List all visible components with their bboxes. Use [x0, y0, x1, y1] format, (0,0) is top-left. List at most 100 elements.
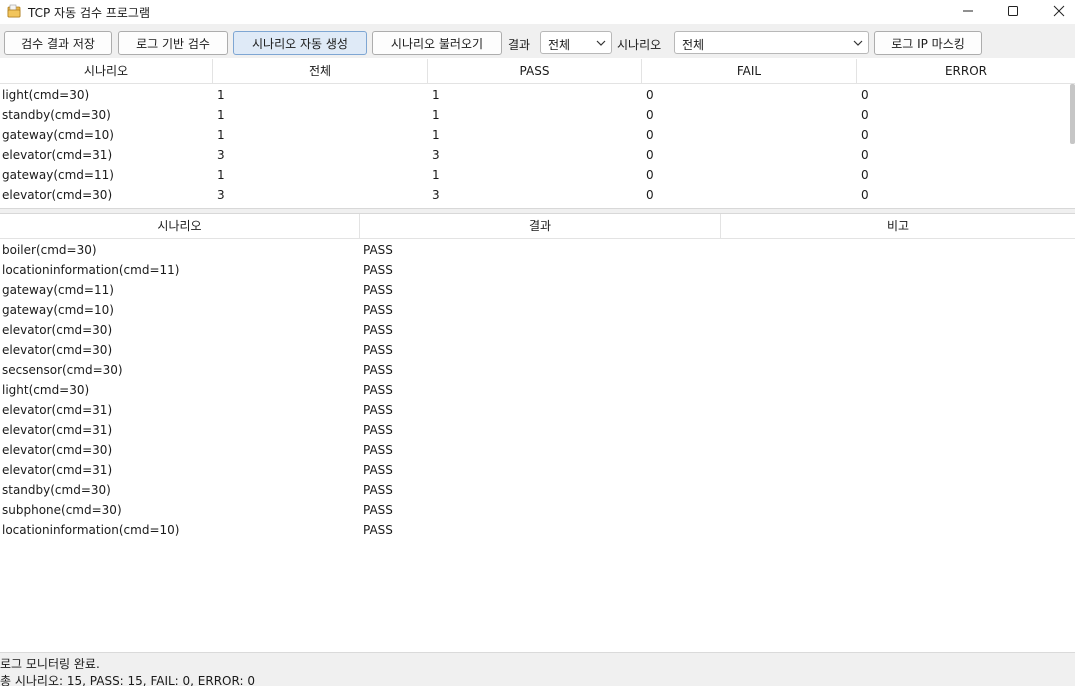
table-row[interactable]: subphone(cmd=30) PASS	[0, 500, 1075, 520]
table-cell: PASS	[363, 303, 393, 317]
table-row[interactable]: standby(cmd=30) PASS	[0, 480, 1075, 500]
table-cell: light(cmd=30)	[2, 383, 90, 397]
table-cell: 0	[861, 128, 869, 142]
table-row[interactable]: locationinformation(cmd=11) PASS	[0, 260, 1075, 280]
table-row[interactable]: elevator(cmd=30) PASS	[0, 320, 1075, 340]
column-header-error[interactable]: ERROR	[857, 59, 1075, 84]
table-cell: gateway(cmd=10)	[2, 303, 114, 317]
table-cell: 1	[217, 108, 225, 122]
table-cell: elevator(cmd=30)	[2, 323, 113, 337]
table-row[interactable]: gateway(cmd=11) PASS	[0, 280, 1075, 300]
table-row[interactable]: elevator(cmd=31) PASS	[0, 420, 1075, 440]
table-cell: 0	[646, 88, 654, 102]
table-row[interactable]: elevator(cmd=31) PASS	[0, 460, 1075, 480]
table-cell: boiler(cmd=30)	[2, 243, 97, 257]
detail-table-rows: boiler(cmd=30) PASS locationinformation(cm…	[0, 240, 1075, 540]
table-row[interactable]: light(cmd=30) 1 1 0 0	[0, 85, 1075, 105]
close-button[interactable]	[1036, 0, 1075, 24]
column-header-fail[interactable]: FAIL	[642, 59, 857, 84]
table-row[interactable]: elevator(cmd=30) 3 3 0 0	[0, 185, 1075, 205]
table-row[interactable]: gateway(cmd=10) 1 1 0 0	[0, 125, 1075, 145]
table-cell: PASS	[363, 263, 393, 277]
table-row[interactable]: standby(cmd=30) 1 1 0 0	[0, 105, 1075, 125]
table-cell: PASS	[363, 403, 393, 417]
table-row[interactable]: locationinformation(cmd=10) PASS	[0, 520, 1075, 540]
detail-table-header: 시나리오 결과 비고	[0, 214, 1075, 239]
result-filter-value: 전체	[548, 38, 571, 52]
table-row[interactable]: boiler(cmd=30) PASS	[0, 240, 1075, 260]
chevron-down-icon	[595, 37, 607, 49]
table-cell: PASS	[363, 523, 393, 537]
scenario-filter-label: 시나리오	[617, 38, 662, 52]
column-header-total[interactable]: 전체	[213, 59, 428, 84]
table-cell: PASS	[363, 243, 393, 257]
table-cell: PASS	[363, 503, 393, 517]
column-header-scenario[interactable]: 시나리오	[0, 59, 213, 84]
table-cell: gateway(cmd=11)	[2, 168, 114, 182]
table-row[interactable]: elevator(cmd=31) 3 3 0 0	[0, 145, 1075, 165]
minimize-icon	[962, 5, 974, 20]
table-cell: 0	[861, 148, 869, 162]
chevron-down-icon	[852, 37, 864, 49]
table-cell: standby(cmd=30)	[2, 483, 111, 497]
detail-table: 시나리오 결과 비고 boiler(cmd=30) PASS locationinf…	[0, 214, 1075, 652]
table-row[interactable]: gateway(cmd=10) PASS	[0, 300, 1075, 320]
table-cell: 0	[646, 128, 654, 142]
maximize-button[interactable]	[990, 0, 1036, 24]
table-row[interactable]: elevator(cmd=31) PASS	[0, 400, 1075, 420]
column-header-scenario[interactable]: 시나리오	[0, 214, 360, 239]
table-cell: 0	[861, 108, 869, 122]
table-cell: 3	[432, 148, 440, 162]
table-cell: PASS	[363, 423, 393, 437]
table-cell: 3	[217, 188, 225, 202]
log-based-check-button[interactable]: 로그 기반 검수	[118, 31, 228, 55]
table-cell: PASS	[363, 363, 393, 377]
summary-scrollbar[interactable]	[1070, 84, 1075, 144]
table-cell: 0	[646, 188, 654, 202]
table-cell: PASS	[363, 323, 393, 337]
table-cell: elevator(cmd=30)	[2, 443, 113, 457]
save-results-button[interactable]: 검수 결과 저장	[4, 31, 112, 55]
column-header-pass[interactable]: PASS	[428, 59, 642, 84]
table-cell: 3	[217, 148, 225, 162]
table-cell: elevator(cmd=30)	[2, 343, 113, 357]
summary-table-header: 시나리오 전체 PASS FAIL ERROR	[0, 59, 1075, 84]
table-cell: PASS	[363, 443, 393, 457]
table-cell: elevator(cmd=31)	[2, 403, 113, 417]
table-cell: locationinformation(cmd=10)	[2, 523, 180, 537]
scenario-filter-select[interactable]: 전체	[674, 31, 869, 54]
table-row[interactable]: elevator(cmd=30) PASS	[0, 440, 1075, 460]
table-cell: 1	[217, 128, 225, 142]
table-cell: subphone(cmd=30)	[2, 503, 122, 517]
table-row[interactable]: light(cmd=30) PASS	[0, 380, 1075, 400]
table-cell: gateway(cmd=11)	[2, 283, 114, 297]
table-cell: elevator(cmd=30)	[2, 188, 113, 202]
ip-masking-button[interactable]: 로그 IP 마스킹	[874, 31, 982, 55]
table-cell: elevator(cmd=31)	[2, 463, 113, 477]
table-row[interactable]: gateway(cmd=11) 1 1 0 0	[0, 165, 1075, 185]
close-icon	[1053, 5, 1065, 20]
table-cell: 1	[432, 88, 440, 102]
table-cell: gateway(cmd=10)	[2, 128, 114, 142]
result-filter-select[interactable]: 전체	[540, 31, 612, 54]
table-cell: 0	[861, 88, 869, 102]
window-title: TCP 자동 검수 프로그램	[28, 6, 151, 20]
table-row[interactable]: secsensor(cmd=30) PASS	[0, 360, 1075, 380]
table-cell: standby(cmd=30)	[2, 108, 111, 122]
table-cell: 0	[861, 188, 869, 202]
minimize-button[interactable]	[945, 0, 991, 24]
table-cell: PASS	[363, 343, 393, 357]
table-row[interactable]: elevator(cmd=30) PASS	[0, 340, 1075, 360]
table-cell: light(cmd=30)	[2, 88, 90, 102]
table-cell: PASS	[363, 383, 393, 397]
table-cell: PASS	[363, 283, 393, 297]
column-header-note[interactable]: 비고	[721, 214, 1075, 239]
auto-generate-scenario-button[interactable]: 시나리오 자동 생성	[233, 31, 367, 55]
table-cell: 0	[646, 108, 654, 122]
title-bar: TCP 자동 검수 프로그램	[0, 0, 1075, 24]
table-cell: PASS	[363, 463, 393, 477]
table-cell: 1	[432, 108, 440, 122]
column-header-result[interactable]: 결과	[360, 214, 721, 239]
table-cell: elevator(cmd=31)	[2, 148, 113, 162]
load-scenario-button[interactable]: 시나리오 불러오기	[372, 31, 502, 55]
